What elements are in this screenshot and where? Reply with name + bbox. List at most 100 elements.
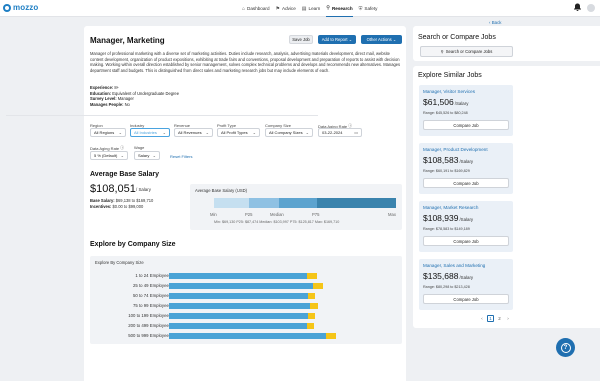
meta-value: Manager (117, 96, 134, 102)
similar-job-card: Manager, Visitor Services $61,506/Salary… (419, 85, 513, 136)
industry-value: All Industries (134, 130, 157, 135)
pagination-next[interactable]: › (505, 315, 511, 322)
range-values: Min: $69,130 P25: $87,474 Median: $103,9… (214, 220, 340, 224)
flag-icon: ⚑ (275, 5, 280, 12)
chevron-down-icon: ⌄ (392, 37, 397, 42)
range-label-p75: P75 (312, 212, 320, 217)
pagination-page-2[interactable]: 2 (496, 315, 503, 322)
similar-job-salary: $108,583/Salary (423, 155, 473, 165)
bar-base[interactable] (169, 303, 310, 309)
bar-base[interactable] (169, 283, 313, 289)
bell-icon[interactable] (574, 3, 581, 13)
page-title: Manager, Marketing (90, 36, 165, 45)
revenue-select[interactable]: All Revenues ⌄ (174, 128, 213, 137)
incentives-value: $0.00 to $99,000 (112, 204, 144, 209)
back-link[interactable]: ‹ Back (489, 20, 501, 25)
bar-base[interactable] (169, 273, 307, 279)
nav-research-label: Research (331, 5, 353, 11)
nav-advice-label: Advice (282, 6, 296, 11)
brand-logo[interactable]: mozzo (3, 3, 38, 12)
data-aging-rate-label-text: Data Aging Rate (90, 145, 120, 151)
similar-job-title[interactable]: Manager, Product Development (423, 147, 488, 152)
nav-advice[interactable]: ⚑ Advice (276, 0, 296, 17)
similar-job-title[interactable]: Manager, Market Research (423, 205, 478, 210)
meta-label: Experience: (90, 85, 114, 90)
bar-label: 50 to 74 Employees (133, 292, 171, 298)
bar-incentive[interactable] (313, 283, 323, 289)
avg-salary-title: Average Base Salary (90, 171, 160, 178)
bar-incentive[interactable] (326, 333, 336, 339)
pagination-prev[interactable]: ‹ (479, 315, 485, 322)
compare-job-button[interactable]: Compare Job (423, 120, 509, 130)
incentives-range: Incentives: $0.00 to $99,000 (90, 204, 143, 209)
nav-dashboard-label: Dashboard (247, 6, 270, 11)
nav-safety-label: Safety (364, 6, 378, 11)
nav-research[interactable]: ⚲ Research (326, 0, 353, 17)
add-to-report-button[interactable]: Add to Report ⌄ (318, 35, 356, 44)
bar-incentive[interactable] (310, 303, 318, 309)
bar-incentive[interactable] (308, 313, 315, 319)
meta-label: Survey Level: (90, 96, 117, 102)
range-label-median: Median (270, 212, 284, 217)
avg-salary-unit: / Salary (136, 187, 151, 192)
profit-type-value: All Profit Types (221, 130, 248, 135)
similar-job-title[interactable]: Manager, Visitor Services (423, 89, 475, 94)
meta-label: Education: (90, 90, 112, 96)
compare-job-button[interactable]: Compare Job (423, 178, 509, 188)
profit-type-select[interactable]: All Profit Types ⌄ (217, 128, 260, 137)
data-aging-date-input[interactable]: 03-22-2024 ▭ (318, 128, 362, 137)
data-aging-rate-select[interactable]: 5 % (Default) ⌄ (90, 151, 128, 160)
company-size-select[interactable]: All Company Sizes ⌄ (265, 128, 313, 137)
salary-range-box: Average Base Salary (USD) Min P25 Median… (190, 184, 402, 230)
region-value: All Regions (94, 130, 115, 135)
range-label-max: Max (388, 212, 396, 217)
bar-incentive[interactable] (307, 273, 317, 279)
incentives-label: Incentives: (90, 204, 112, 209)
base-salary-value: $69,138 to $169,710 (115, 198, 154, 203)
compare-job-button[interactable]: Compare Job (423, 236, 509, 246)
brand-name: mozzo (13, 3, 39, 12)
save-job-button[interactable]: Save Job (289, 35, 313, 44)
top-nav: mozzo ⌂ Dashboard ⚑ Advice ▤ Learn ⚲ Researc… (0, 0, 600, 17)
other-actions-button[interactable]: Other Actions ⌄ (361, 35, 402, 44)
chevron-down-icon: ⌄ (348, 37, 353, 42)
nav-learn-label: Learn (308, 6, 321, 11)
bar-base[interactable] (169, 333, 326, 339)
meta-value: No (124, 101, 130, 107)
pagination-page-1[interactable]: 1 (487, 315, 494, 322)
bar-base[interactable] (169, 313, 308, 319)
similar-job-salary-value: $108,583 (423, 155, 459, 165)
salary-range-title: Average Base Salary (USD) (195, 188, 248, 193)
similar-job-range: Range: $80,298 to $213,428 (423, 285, 470, 289)
base-salary-label: Base Salary: (90, 198, 115, 203)
bar-label: 1 to 24 Employees (135, 272, 171, 278)
compare-job-button[interactable]: Compare Job (423, 294, 509, 304)
similar-job-salary-value: $135,688 (423, 271, 459, 281)
range-segment-p25-median (249, 198, 279, 208)
wage-select[interactable]: Salary ⌄ (134, 151, 160, 160)
nav-dashboard[interactable]: ⌂ Dashboard (242, 0, 270, 17)
avatar[interactable] (587, 4, 595, 12)
logo-icon (3, 3, 11, 12)
similar-job-range: Range: $45,526 to $80,248 (423, 111, 468, 115)
industry-select[interactable]: All Industries ⌄ (130, 128, 170, 137)
region-select[interactable]: All Regions ⌄ (90, 128, 126, 137)
bar-incentive[interactable] (308, 293, 315, 299)
base-salary-range: Base Salary: $69,138 to $169,710 (90, 198, 153, 203)
reset-filters-link[interactable]: Reset Filters (170, 154, 192, 159)
book-icon: ▤ (301, 5, 307, 12)
bar-base[interactable] (169, 293, 308, 299)
help-button[interactable]: ? (556, 338, 575, 357)
search-compare-title: Search or Compare Jobs (418, 34, 496, 41)
range-label-p25: P25 (245, 212, 253, 217)
back-label: Back (491, 20, 502, 25)
bar-incentive[interactable] (307, 323, 314, 329)
bar-base[interactable] (169, 323, 307, 329)
search-compare-button[interactable]: ⚲ Search or Compare Jobs (420, 46, 513, 57)
similar-job-title[interactable]: Manager, Sales and Marketing (423, 263, 485, 268)
nav-learn[interactable]: ▤ Learn (302, 0, 320, 17)
chevron-down-icon: ⌄ (252, 130, 256, 135)
chevron-down-icon: ⌄ (120, 153, 124, 158)
similar-job-range: Range: $60,191 to $169,829 (423, 169, 470, 173)
nav-safety[interactable]: ⛨ Safety (359, 0, 378, 17)
